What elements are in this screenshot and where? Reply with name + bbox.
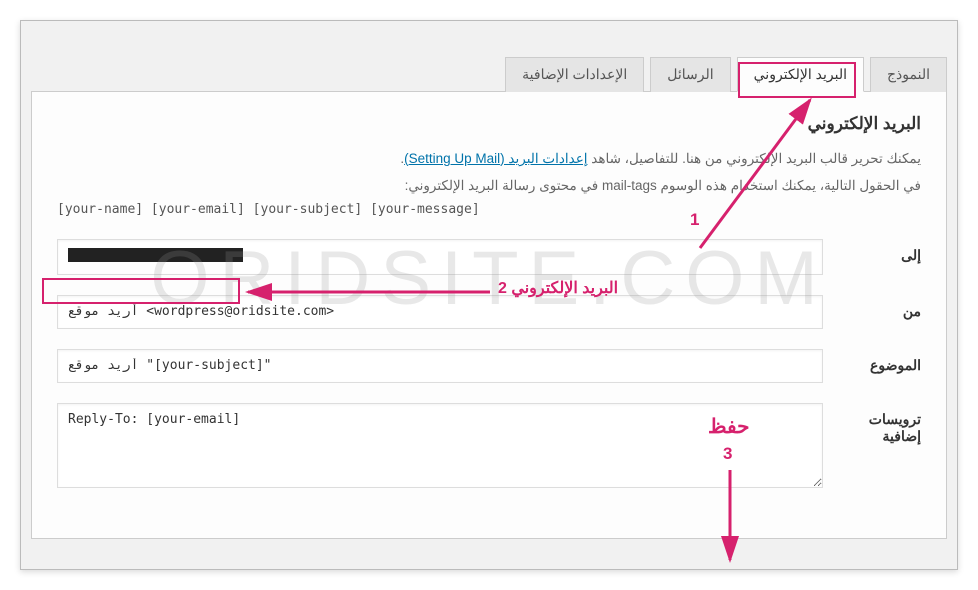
- field-to: إلى: [57, 239, 921, 275]
- redacted-email: [68, 248, 243, 262]
- tab-messages[interactable]: الرسائل: [650, 57, 730, 92]
- to-label: إلى: [851, 239, 921, 264]
- desc-line-1: يمكنك تحرير قالب البريد الإلكتروني من هن…: [57, 148, 921, 171]
- desc-text-1a: يمكنك تحرير قالب البريد الإلكتروني من هن…: [588, 151, 922, 166]
- tab-additional[interactable]: الإعدادات الإضافية: [505, 57, 644, 92]
- from-input[interactable]: [57, 295, 823, 329]
- mail-tags-list: [your-name] [your-email] [your-subject] …: [57, 202, 921, 217]
- tabs-bar: النموذج البريد الإلكتروني الرسائل الإعدا…: [31, 56, 947, 92]
- settings-panel: النموذج البريد الإلكتروني الرسائل الإعدا…: [20, 20, 958, 570]
- headers-input[interactable]: [57, 403, 823, 488]
- to-input[interactable]: [57, 239, 823, 275]
- tab-form[interactable]: النموذج: [870, 57, 947, 92]
- from-label: من: [851, 295, 921, 320]
- desc-line-2: في الحقول التالية، يمكنك استخدام هذه الو…: [57, 175, 921, 198]
- headers-label: ترويسات إضافية: [851, 403, 921, 445]
- section-title: البريد الإلكتروني: [57, 114, 921, 134]
- subject-input[interactable]: [57, 349, 823, 383]
- mail-panel: البريد الإلكتروني يمكنك تحرير قالب البري…: [31, 92, 947, 539]
- tab-mail[interactable]: البريد الإلكتروني: [737, 57, 864, 92]
- field-headers: ترويسات إضافية: [57, 403, 921, 488]
- field-subject: الموضوع: [57, 349, 921, 383]
- setup-mail-link[interactable]: إعدادات البريد (Setting Up Mail): [404, 151, 587, 166]
- field-from: من: [57, 295, 921, 329]
- subject-label: الموضوع: [851, 349, 921, 374]
